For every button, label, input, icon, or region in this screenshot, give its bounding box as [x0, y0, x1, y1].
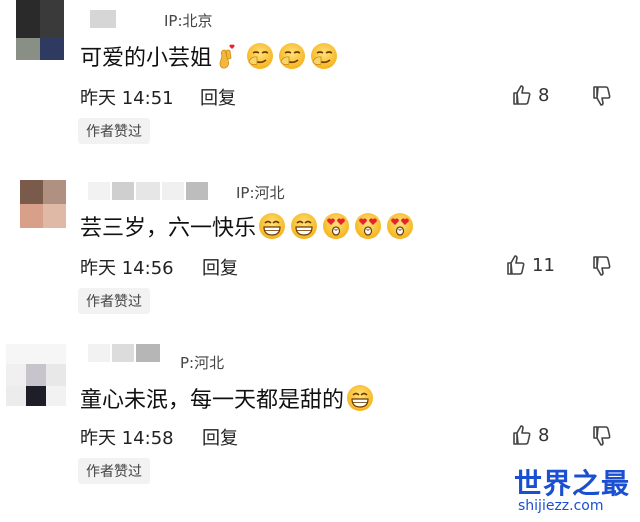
smirk-emoji: [310, 42, 338, 70]
username-blurred[interactable]: [88, 182, 208, 200]
username-blurred[interactable]: [88, 344, 160, 362]
comment-text: 芸三岁，六一快乐: [80, 210, 418, 242]
thumbs-up-icon: [510, 83, 534, 107]
thumbs-down-icon[interactable]: [590, 254, 614, 278]
comment-text: 可爱的小芸姐: [80, 40, 342, 72]
heart-eyes-emoji: [386, 212, 414, 240]
watermark-title: 世界之最: [514, 467, 631, 500]
grin-emoji: [346, 384, 374, 412]
avatar[interactable]: [16, 0, 64, 60]
ip-location: IP:北京: [164, 12, 213, 30]
avatar[interactable]: [20, 180, 66, 228]
reply-button[interactable]: 回复: [202, 424, 238, 450]
heart-eyes-emoji: [354, 212, 382, 240]
grin-emoji: [258, 212, 286, 240]
like-count: 8: [538, 424, 550, 446]
comment-text-body: 芸三岁，六一快乐: [80, 216, 257, 241]
reply-button[interactable]: 回复: [200, 84, 236, 110]
author-liked-badge: 作者赞过: [78, 458, 150, 484]
comment-text: 童心未泯，每一天都是甜的: [80, 382, 378, 414]
ip-location: P:河北: [180, 354, 225, 372]
thumbs-up-icon: [504, 253, 528, 277]
smirk-emoji: [246, 42, 274, 70]
comment-text-body: 童心未泯，每一天都是甜的: [80, 388, 345, 413]
heart-eyes-emoji: [322, 212, 350, 240]
like-count: 11: [532, 254, 555, 276]
thumbs-up-icon: [510, 423, 534, 447]
ip-location: IP:河北: [236, 184, 285, 202]
like-count: 8: [538, 84, 550, 106]
timestamp: 昨天 14:56: [80, 258, 174, 279]
thumbs-down-icon[interactable]: [590, 84, 614, 108]
avatar[interactable]: [6, 344, 66, 406]
like-button[interactable]: 11: [504, 253, 555, 277]
like-button[interactable]: 8: [510, 423, 549, 447]
comment-text-body: 可爱的小芸姐: [80, 46, 213, 71]
site-watermark: 世界之最 shijiezz.com: [508, 460, 638, 520]
timestamp: 昨天 14:58: [80, 428, 174, 449]
author-liked-badge: 作者赞过: [78, 118, 150, 144]
like-button[interactable]: 8: [510, 83, 549, 107]
smirk-emoji: [278, 42, 306, 70]
grin-emoji: [290, 212, 318, 240]
author-liked-badge: 作者赞过: [78, 288, 150, 314]
finger-heart-emoji: [214, 42, 242, 70]
watermark-url: shijiezz.com: [518, 498, 604, 514]
username-blurred[interactable]: [90, 10, 116, 28]
thumbs-down-icon[interactable]: [590, 424, 614, 448]
reply-button[interactable]: 回复: [202, 254, 238, 280]
timestamp: 昨天 14:51: [80, 88, 174, 109]
